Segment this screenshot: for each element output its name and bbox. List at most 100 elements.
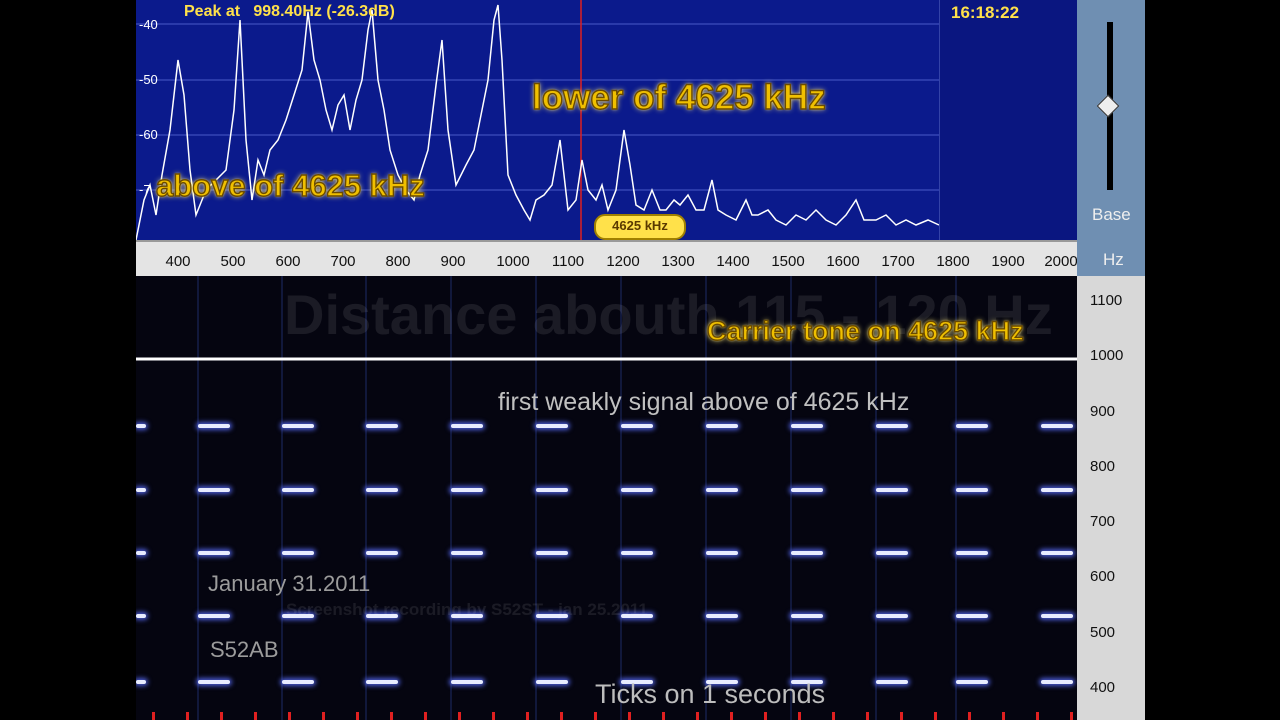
annotation-lower: lower of 4625 kHz xyxy=(531,77,826,117)
ticks-label: Ticks on 1 seconds xyxy=(595,679,826,709)
base-label: Base xyxy=(1092,205,1131,224)
signal-mark xyxy=(791,488,823,492)
signal-mark xyxy=(1041,680,1073,684)
signal-mark xyxy=(1041,424,1073,428)
x-tick-label: 400 xyxy=(165,253,191,270)
second-tick xyxy=(764,712,767,720)
x-tick-label: 700 xyxy=(330,253,356,270)
signal-mark xyxy=(706,551,738,555)
signal-mark xyxy=(791,614,823,618)
signal-mark xyxy=(366,551,398,555)
second-tick xyxy=(832,712,835,720)
freq-label: 600 xyxy=(1090,568,1116,585)
x-tick-label: 1600 xyxy=(826,253,860,270)
signal-mark xyxy=(536,424,568,428)
second-tick xyxy=(730,712,733,720)
second-tick xyxy=(662,712,665,720)
letterbox-left xyxy=(0,0,136,720)
x-tick-label: 1400 xyxy=(716,253,750,270)
signal-mark xyxy=(366,488,398,492)
second-tick xyxy=(560,712,563,720)
signal-mark xyxy=(1041,551,1073,555)
x-tick-label: 2000 xyxy=(1044,253,1078,270)
signal-mark xyxy=(876,424,908,428)
peak-readout: Peak at 998.40Hz (-26.3dB) xyxy=(184,3,395,20)
x-tick-label: 1100 xyxy=(551,253,585,270)
x-tick-label: 1800 xyxy=(936,253,970,270)
second-tick xyxy=(186,712,189,720)
signal-mark xyxy=(366,424,398,428)
ghost-credit: Screenshot recording by S52ST - jan 25.2… xyxy=(286,600,648,619)
freq-label: 700 xyxy=(1090,513,1116,530)
second-tick xyxy=(424,712,427,720)
x-tick-label: 1700 xyxy=(881,253,915,270)
spectrum-display[interactable]: -40 -50 -60 -7 Peak at 998.40Hz (-26.3dB… xyxy=(136,0,1078,240)
annotation-tag: 4625 kHz xyxy=(594,214,686,240)
signal-mark xyxy=(198,488,230,492)
signal-mark xyxy=(282,551,314,555)
signal-mark xyxy=(451,680,483,684)
signal-mark xyxy=(198,551,230,555)
second-tick xyxy=(322,712,325,720)
x-tick-label: 1900 xyxy=(991,253,1025,270)
second-tick xyxy=(968,712,971,720)
second-tick xyxy=(390,712,393,720)
frequency-scale: 1100 1000 900 800 700 600 500 400 xyxy=(1077,276,1145,720)
signal-mark xyxy=(366,680,398,684)
second-tick xyxy=(900,712,903,720)
signal-mark xyxy=(198,424,230,428)
signal-mark xyxy=(621,488,653,492)
second-tick xyxy=(356,712,359,720)
second-tick xyxy=(934,712,937,720)
second-tick xyxy=(1002,712,1005,720)
date-label: January 31.2011 xyxy=(208,571,371,596)
freq-label: 800 xyxy=(1090,458,1116,475)
y-axis-label: -7 xyxy=(139,182,151,197)
hz-label: Hz xyxy=(1103,250,1124,269)
annotation-weak: first weakly signal above of 4625 kHz xyxy=(498,388,910,416)
clock: 16:18:22 xyxy=(951,3,1020,22)
freq-label: 1100 xyxy=(1090,292,1123,309)
second-tick xyxy=(696,712,699,720)
annotation-carrier: Carrier tone on 4625 kHz xyxy=(706,315,1024,346)
base-slider-thumb[interactable] xyxy=(1096,94,1120,118)
signal-mark xyxy=(1041,488,1073,492)
signal-mark xyxy=(1041,614,1073,618)
second-tick xyxy=(288,712,291,720)
freq-label: 400 xyxy=(1090,679,1116,696)
signal-mark xyxy=(876,614,908,618)
x-tick-label: 1300 xyxy=(661,253,695,270)
spectrum-history-strip xyxy=(939,0,1078,240)
signal-mark xyxy=(956,424,988,428)
signal-mark xyxy=(876,551,908,555)
spectrum-plot xyxy=(136,0,987,240)
y-axis-label: -40 xyxy=(139,17,158,32)
x-tick-label: 1000 xyxy=(496,253,530,270)
signal-mark xyxy=(198,614,230,618)
callsign-label: S52AB xyxy=(210,637,279,662)
signal-mark xyxy=(282,424,314,428)
second-tick xyxy=(152,712,155,720)
x-tick-label: 600 xyxy=(275,253,301,270)
signal-mark xyxy=(956,614,988,618)
signal-mark xyxy=(136,614,146,618)
signal-mark xyxy=(956,488,988,492)
second-tick xyxy=(254,712,257,720)
signal-mark xyxy=(282,488,314,492)
signal-mark xyxy=(198,680,230,684)
signal-mark xyxy=(136,424,146,428)
second-tick xyxy=(1070,712,1073,720)
signal-mark xyxy=(621,551,653,555)
signal-mark xyxy=(451,424,483,428)
second-tick xyxy=(798,712,801,720)
frequency-axis[interactable]: 400 500 600 700 800 900 1000 1100 1200 1… xyxy=(136,240,1078,278)
signal-mark xyxy=(282,680,314,684)
signal-mark xyxy=(876,680,908,684)
signal-mark xyxy=(136,551,146,555)
second-tick xyxy=(1036,712,1039,720)
y-axis-label: -50 xyxy=(139,72,158,87)
y-axis-label: -60 xyxy=(139,127,158,142)
x-tick-label: 1500 xyxy=(771,253,805,270)
x-tick-label: 500 xyxy=(220,253,246,270)
signal-mark xyxy=(706,424,738,428)
